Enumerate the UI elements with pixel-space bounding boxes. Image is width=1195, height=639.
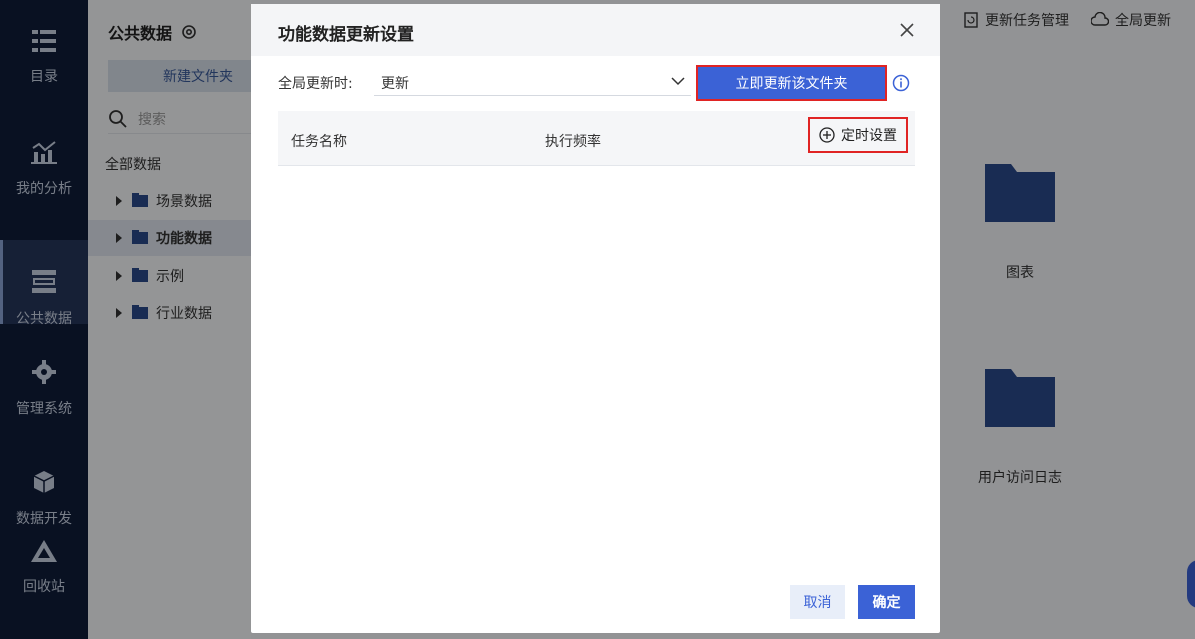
ok-button[interactable]: 确定 — [858, 585, 915, 619]
dialog-title: 功能数据更新设置 — [278, 25, 414, 45]
global-update-label: 全局更新时: — [278, 76, 353, 92]
select-value: 更新 — [381, 76, 409, 92]
task-table-header: 任务名称 执行频率 定时设置 — [278, 111, 915, 166]
column-frequency: 执行频率 — [545, 134, 601, 150]
close-icon[interactable] — [898, 21, 916, 39]
column-task-name: 任务名称 — [291, 134, 347, 150]
schedule-settings-button[interactable]: 定时设置 — [808, 117, 908, 153]
schedule-label: 定时设置 — [841, 128, 897, 144]
info-icon[interactable] — [892, 74, 910, 92]
dialog-header: 功能数据更新设置 — [251, 4, 940, 56]
cancel-button[interactable]: 取消 — [790, 585, 845, 619]
chevron-down-icon — [671, 74, 685, 88]
global-update-select[interactable]: 更新 — [374, 66, 691, 96]
update-settings-dialog: 功能数据更新设置 全局更新时: 更新 立即更新该文件夹 任务名称 执行频率 定时… — [251, 4, 940, 633]
plus-circle-icon — [819, 127, 835, 143]
update-folder-now-button[interactable]: 立即更新该文件夹 — [696, 65, 887, 101]
